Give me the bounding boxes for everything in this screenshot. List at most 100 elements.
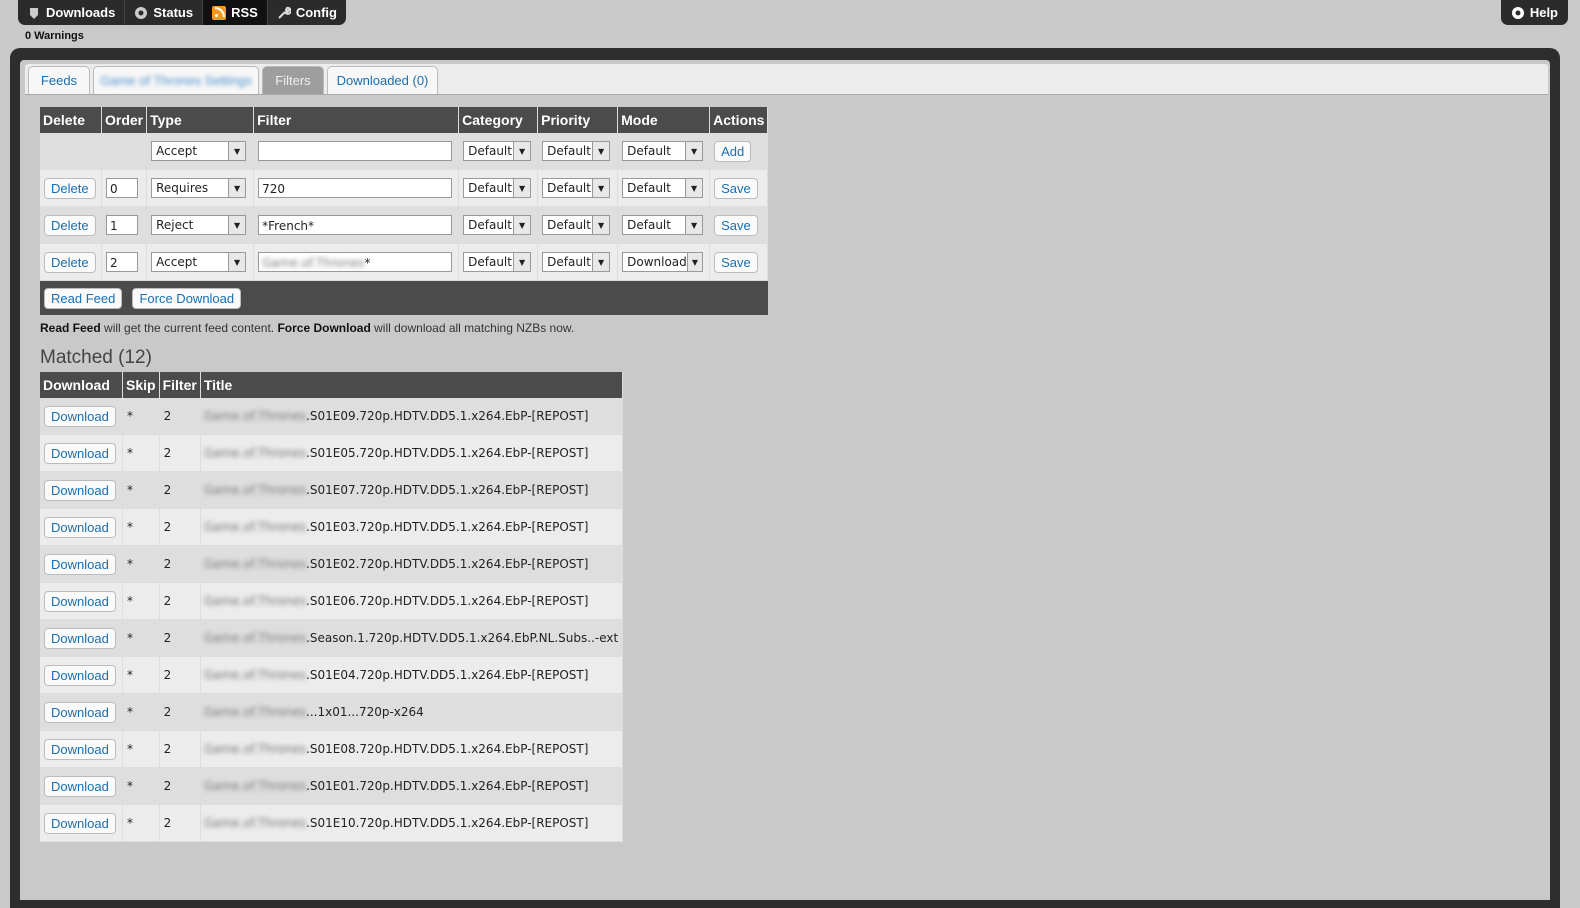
nav-config-label: Config [295,5,337,20]
help-label: Help [1529,5,1558,20]
dropdown-arrow-icon: ▼ [592,253,610,271]
dropdown-arrow-icon: ▼ [513,179,531,197]
delete-filter-button[interactable]: Delete [44,251,96,273]
type-select[interactable]: Accept ▼ [151,252,247,272]
filter-cell: 2 [159,508,201,546]
nav-rss[interactable]: RSS [203,0,268,25]
category-select[interactable]: Default ▼ [463,215,532,235]
download-button[interactable]: Download [44,442,116,464]
filter-input[interactable]: *French* [258,215,453,235]
order-input[interactable]: 1 [106,215,138,235]
mode-select[interactable]: Default ▼ [622,141,704,161]
col-title: Title [200,372,624,398]
help-read-feed: Read Feed [40,321,101,335]
mode-select[interactable]: Default ▼ [622,178,704,198]
download-button[interactable]: Download [44,701,116,723]
help-force-download: Force Download [277,321,371,335]
download-button[interactable]: Download [44,664,116,686]
table-row: Download * 2 Game.of.Thrones.S01E05.720p.HD… [40,434,624,472]
table-row: Download * 2 Game.of.Thrones.S01E04.720p.HD… [40,656,624,694]
nav-status[interactable]: Status [125,0,204,25]
filter-input[interactable]: 720 [258,178,453,198]
top-nav: Downloads Status RSS Config [18,0,346,25]
nav-rss-label: RSS [231,5,258,20]
col-actions: Actions [709,107,769,133]
tab-feeds[interactable]: Feeds [28,66,90,94]
priority-select[interactable]: Default ▼ [542,215,611,235]
category-select[interactable]: Default ▼ [463,141,532,161]
read-feed-button[interactable]: Read Feed [44,287,123,309]
dropdown-arrow-icon: ▼ [513,142,531,160]
filter-input[interactable] [258,141,453,161]
title-cell: Game.of.Thrones.S01E01.720p.HDTV.DD5.1.x… [200,767,624,805]
dropdown-arrow-icon: ▼ [592,216,610,234]
tab-filters[interactable]: Filters [262,66,324,94]
tab-downloaded[interactable]: Downloaded (0) [327,66,438,94]
filter-cell: 2 [159,582,201,620]
skip-cell: * [122,619,160,657]
nav-config[interactable]: Config [268,0,346,25]
priority-select[interactable]: Default ▼ [542,178,611,198]
download-button[interactable]: Download [44,812,116,834]
title-text: .S01E02.720p.HDTV.DD5.1.x264.EbP-[REPOST… [306,557,589,571]
filter-cell: 2 [159,693,201,731]
download-button[interactable]: Download [44,775,116,797]
download-button[interactable]: Download [44,738,116,760]
priority-select[interactable]: Default ▼ [542,252,611,272]
mode-select[interactable]: Default ▼ [622,215,704,235]
download-button[interactable]: Download [44,479,116,501]
col-delete: Delete [40,107,102,133]
add-filter-button[interactable]: Add [714,140,752,162]
filters-table: Delete Order Type Filter Category Priori… [40,107,769,315]
dropdown-arrow-icon: ▼ [513,253,531,271]
type-select[interactable]: Accept ▼ [151,141,247,161]
table-row: Download * 2 Game.of.Thrones.S01E10.720p.HD… [40,804,624,842]
filter-cell: 2 [159,767,201,805]
redacted-text: Game.of.Thrones [203,742,307,756]
title-cell: Game.of.Thrones...1x01...720p-x264 [200,693,624,731]
redacted-text: Game.of.Thrones [203,816,307,830]
title-text: .S01E04.720p.HDTV.DD5.1.x264.EbP-[REPOST… [306,668,589,682]
filter-input[interactable]: Game.of.Thrones* [258,252,453,272]
nav-downloads-label: Downloads [46,5,116,20]
nav-downloads[interactable]: Downloads [18,0,126,25]
warnings-link[interactable]: 0 Warnings [25,30,84,42]
category-select[interactable]: Default ▼ [463,178,532,198]
redacted-text: Game.of.Thrones [203,483,307,497]
type-select[interactable]: Requires ▼ [151,178,247,198]
force-download-button[interactable]: Force Download [132,287,242,309]
download-button[interactable]: Download [44,405,116,427]
status-icon [134,6,148,20]
redacted-text: Game.of.Thrones [203,594,307,608]
help-button[interactable]: Help [1500,0,1568,25]
dropdown-arrow-icon: ▼ [228,142,246,160]
tab-feed-settings[interactable]: Game of Thrones Settings [93,66,259,94]
filter-help-text: Read Feed will get the current feed cont… [40,321,574,335]
save-filter-button[interactable]: Save [714,177,758,199]
order-input[interactable]: 0 [106,178,138,198]
title-text: .S01E01.720p.HDTV.DD5.1.x264.EbP-[REPOST… [306,779,589,793]
priority-select[interactable]: Default ▼ [542,141,611,161]
filter-cell: 2 [159,656,201,694]
download-button[interactable]: Download [44,553,116,575]
mode-select[interactable]: Download ▼ [622,252,704,272]
delete-filter-button[interactable]: Delete [44,214,96,236]
redacted-text: Game.of.Thrones [203,409,307,423]
title-text: .S01E09.720p.HDTV.DD5.1.x264.EbP-[REPOST… [306,409,589,423]
col-skip: Skip [122,372,160,398]
save-filter-button[interactable]: Save [714,251,758,273]
dropdown-arrow-icon: ▼ [686,253,703,271]
col-type: Type [146,107,255,133]
type-select[interactable]: Reject ▼ [151,215,247,235]
category-select[interactable]: Default ▼ [463,252,532,272]
delete-filter-button[interactable]: Delete [44,177,96,199]
download-button[interactable]: Download [44,627,116,649]
title-cell: Game.of.Thrones.S01E03.720p.HDTV.DD5.1.x… [200,508,624,546]
redacted-text: Game.of.Thrones [203,446,307,460]
redacted-text: Game.of.Thrones [262,256,365,270]
redacted-text: Game.of.Thrones [203,705,307,719]
save-filter-button[interactable]: Save [714,214,758,236]
download-button[interactable]: Download [44,590,116,612]
download-button[interactable]: Download [44,516,116,538]
order-input[interactable]: 2 [106,252,138,272]
